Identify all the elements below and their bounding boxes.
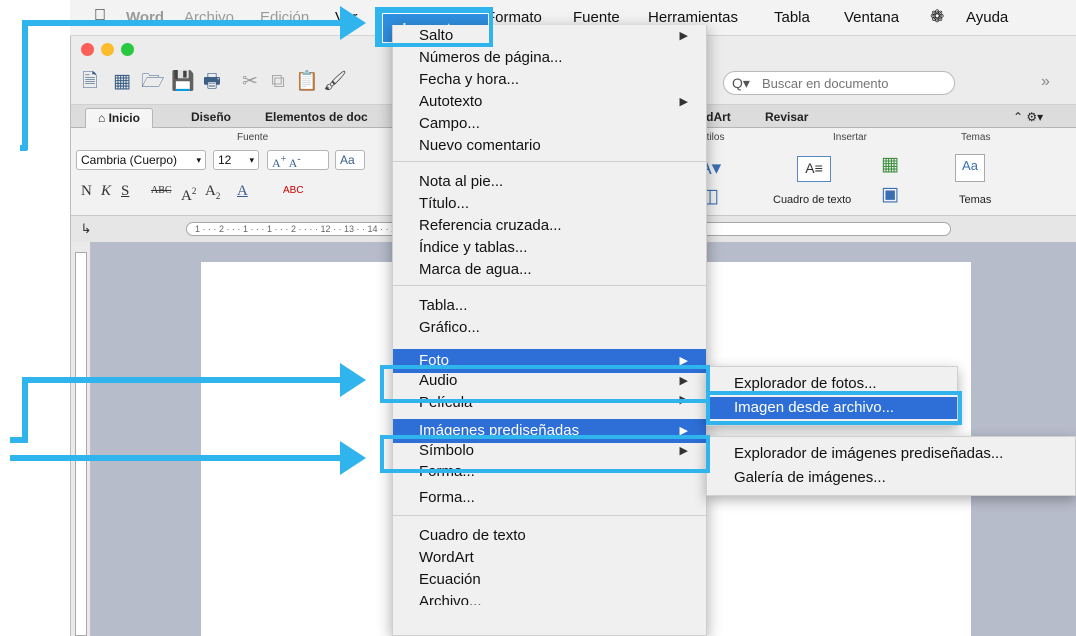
- search-field[interactable]: Q▾: [723, 71, 955, 95]
- highlight-button[interactable]: ABC: [283, 180, 304, 202]
- bold-button[interactable]: N: [81, 180, 92, 202]
- text-box-label: Cuadro de texto: [773, 194, 852, 206]
- menu-ventana[interactable]: Ventana: [844, 9, 899, 26]
- save-icon[interactable]: 💾: [171, 71, 195, 93]
- callout-line: [10, 437, 28, 443]
- group-insertar-title: Insertar: [833, 132, 867, 143]
- search-icon[interactable]: Q▾: [732, 75, 750, 92]
- menu-item-nota-al-pie[interactable]: Nota al pie...: [393, 171, 706, 193]
- gallery-icon[interactable]: ▦: [111, 71, 133, 93]
- callout-line: [22, 377, 28, 441]
- menu-item-forma-2[interactable]: Forma...: [393, 487, 706, 509]
- menu-herramientas[interactable]: Herramientas: [648, 9, 738, 26]
- strikethrough-button[interactable]: ABC: [151, 180, 172, 202]
- group-temas-title: Temas: [961, 132, 991, 143]
- menu-ayuda[interactable]: Ayuda: [966, 9, 1008, 26]
- chevron-down-icon: ▾: [249, 155, 254, 165]
- callout-line: [22, 20, 342, 26]
- menu-item-autotexto[interactable]: Autotexto ▶: [393, 91, 706, 113]
- vertical-ruler-strip: [75, 252, 87, 636]
- paste-icon[interactable]: 📋: [295, 71, 319, 93]
- text-box-icon[interactable]: A≡: [797, 156, 831, 182]
- menu-item-ecuacion[interactable]: Ecuación: [393, 569, 706, 591]
- copy-icon[interactable]: ⧉: [267, 71, 289, 93]
- menu-item-campo[interactable]: Campo...: [393, 113, 706, 135]
- menu-item-wordart[interactable]: WordArt: [393, 547, 706, 569]
- insertar-dropdown-menu: Salto ▶ Números de página... Fecha y hora…: [392, 25, 707, 636]
- submenu-item-explorador-de-imagenes-predisenadas[interactable]: Explorador de imágenes prediseñadas...: [707, 443, 1075, 465]
- menu-item-label: Autotexto: [419, 93, 483, 110]
- menu-separator: [393, 285, 706, 286]
- callout-line: [22, 20, 28, 150]
- tab-diseno[interactable]: Diseño: [179, 108, 243, 128]
- themes-label: Temas: [959, 194, 992, 206]
- search-input[interactable]: [762, 74, 947, 92]
- italic-button[interactable]: K: [101, 180, 111, 202]
- tab-elementos-de-documento[interactable]: Elementos de doc: [253, 108, 380, 128]
- callout-arrow-imagenes-icon: [340, 441, 366, 475]
- menu-item-tabla[interactable]: Tabla...: [393, 295, 706, 317]
- toolbar-overflow-icon[interactable]: »: [1041, 73, 1050, 91]
- close-window-button[interactable]: [81, 43, 94, 56]
- minimize-window-button[interactable]: [101, 43, 114, 56]
- submenu-arrow-icon: ▶: [679, 96, 688, 108]
- submenu-arrow-icon: ▶: [679, 30, 688, 42]
- tab-inicio-label: Inicio: [108, 111, 140, 125]
- chevron-down-icon: ▾: [196, 155, 201, 165]
- menu-item-marca-de-agua[interactable]: Marca de agua...: [393, 259, 706, 281]
- superscript-button[interactable]: A2: [181, 180, 196, 204]
- menu-item-fecha-y-hora[interactable]: Fecha y hora...: [393, 69, 706, 91]
- menu-item-indice-y-tablas[interactable]: Índice y tablas...: [393, 237, 706, 259]
- imagenes-predisenadas-submenu: Explorador de imágenes prediseñadas... G…: [706, 436, 1076, 496]
- menu-item-numeros-de-pagina[interactable]: Números de página...: [393, 47, 706, 69]
- callout-arrow-foto-icon: [340, 363, 366, 397]
- menu-item-archivo[interactable]: Archivo...: [393, 591, 706, 605]
- underline-button[interactable]: S: [121, 180, 129, 202]
- tab-revisar[interactable]: Revisar: [753, 108, 820, 128]
- zoom-window-button[interactable]: [121, 43, 134, 56]
- callout-box-foto: [380, 365, 710, 403]
- tab-inicio[interactable]: ⌂ Inicio: [85, 108, 153, 128]
- vertical-ruler[interactable]: [71, 242, 91, 636]
- shapes-icon[interactable]: ▦: [879, 154, 901, 176]
- menu-tabla[interactable]: Tabla: [774, 9, 810, 26]
- callout-arrow-insertar-icon: [340, 6, 366, 40]
- print-icon[interactable]: 🖶: [201, 71, 223, 93]
- callout-box-insertar: [375, 7, 493, 47]
- script-menu-icon[interactable]: ❁: [930, 7, 944, 27]
- callout-line: [22, 377, 342, 383]
- menu-separator: [393, 515, 706, 516]
- format-painter-icon[interactable]: 🖌: [323, 71, 347, 93]
- font-name-value: Cambria (Cuerpo): [81, 153, 178, 167]
- collapse-ribbon-icon[interactable]: ⌃ ⚙▾: [1001, 108, 1055, 128]
- submenu-item-galeria-de-imagenes[interactable]: Galería de imágenes...: [707, 467, 1075, 489]
- group-fuente-title: Fuente: [237, 132, 269, 143]
- font-size-select[interactable]: 12 ▾: [213, 150, 259, 170]
- menu-item-cuadro-de-texto[interactable]: Cuadro de texto: [393, 525, 706, 547]
- font-name-select[interactable]: Cambria (Cuerpo) ▾: [76, 150, 206, 170]
- menu-item-referencia-cruzada[interactable]: Referencia cruzada...: [393, 215, 706, 237]
- cut-icon[interactable]: ✂: [239, 71, 261, 93]
- menu-formato[interactable]: Formato: [486, 9, 542, 26]
- picture-icon[interactable]: ▣: [879, 184, 901, 206]
- menu-item-titulo[interactable]: Título...: [393, 193, 706, 215]
- font-size-value: 12: [218, 153, 232, 167]
- grow-shrink-font-buttons[interactable]: A+ A-: [267, 150, 329, 170]
- font-color-button[interactable]: A: [237, 180, 248, 202]
- callout-box-imagen-desde-archivo: [706, 391, 962, 425]
- callout-line: [10, 455, 342, 461]
- new-document-icon[interactable]: 🗎: [79, 71, 101, 93]
- menu-item-grafico[interactable]: Gráfico...: [393, 317, 706, 339]
- change-case-button[interactable]: Aa: [335, 150, 365, 170]
- callout-box-imagenes-predisenadas: [380, 435, 710, 473]
- screenshot-root:  Word Archivo Edición Ver Formato Fuent…: [0, 0, 1076, 636]
- themes-icon[interactable]: Aa: [955, 154, 985, 182]
- menu-item-nuevo-comentario[interactable]: Nuevo comentario: [393, 135, 706, 157]
- subscript-button[interactable]: A2: [205, 180, 220, 202]
- menu-separator: [393, 161, 706, 162]
- menu-fuente[interactable]: Fuente: [573, 9, 620, 26]
- home-icon: ⌂: [98, 111, 106, 125]
- open-folder-icon[interactable]: 🗁: [141, 71, 165, 93]
- tab-stop-icon[interactable]: ↳: [75, 218, 97, 240]
